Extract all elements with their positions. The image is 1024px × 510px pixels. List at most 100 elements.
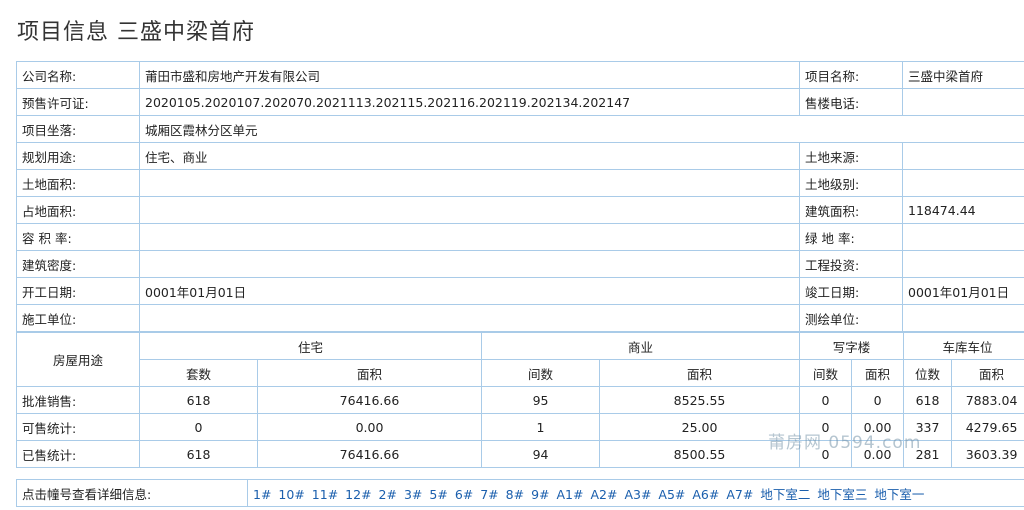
table-row: 施工单位: 测绘单位:: [16, 304, 1024, 332]
building-link-11[interactable]: 11#: [312, 487, 338, 502]
group-header-commercial: 商业: [481, 332, 801, 360]
building-link-a5[interactable]: A5#: [658, 487, 685, 502]
finish-value: 0001年01月01日: [902, 277, 1024, 305]
table-row: 占地面积: 建筑面积: 118474.44: [16, 196, 1024, 224]
build-area-value: 118474.44: [902, 196, 1024, 224]
land-level-value: [902, 169, 1024, 197]
page-title: 项目信息 三盛中梁首府: [17, 20, 255, 45]
table-cell: 0: [851, 386, 905, 414]
usage-header: 房屋用途: [16, 332, 140, 387]
table-cell: 8525.55: [599, 386, 801, 414]
table-cell: 618: [139, 440, 258, 468]
land-level-label: 土地级别:: [799, 169, 903, 197]
row-label: 批准销售:: [16, 386, 140, 414]
table-cell: 0: [799, 386, 853, 414]
table-cell: 7883.04: [951, 386, 1024, 414]
building-link-a3[interactable]: A3#: [624, 487, 651, 502]
construction-value: [139, 304, 800, 332]
row-label: 可售统计:: [16, 413, 140, 441]
table-subheader-row: 套数 面积 间数 面积 间数 面积 位数 面积: [17, 359, 1024, 387]
table-cell: 4279.65: [951, 413, 1024, 441]
building-link-7[interactable]: 7#: [480, 487, 498, 502]
building-link-basement-2[interactable]: 地下室二: [760, 487, 810, 502]
building-link-9[interactable]: 9#: [531, 487, 549, 502]
table-row: 公司名称: 莆田市盛和房地产开发有限公司 项目名称: 三盛中梁首府: [16, 61, 1024, 89]
survey-label: 测绘单位:: [799, 304, 903, 332]
location-value: 城厢区霞林分区单元: [139, 115, 1024, 143]
subheader: 面积: [599, 359, 801, 387]
table-row: 点击幢号查看详细信息: 1# 10# 11# 12# 2# 3# 5# 6# 7…: [16, 479, 1024, 507]
project-label: 项目名称:: [799, 61, 903, 89]
building-link-12[interactable]: 12#: [345, 487, 371, 502]
table-cell: 618: [903, 386, 953, 414]
phone-label: 售楼电话:: [799, 88, 903, 116]
finish-label: 竣工日期:: [799, 277, 903, 305]
building-link-a6[interactable]: A6#: [692, 487, 719, 502]
company-value: 莆田市盛和房地产开发有限公司: [139, 61, 800, 89]
building-link-basement-3[interactable]: 地下室三: [817, 487, 867, 502]
site-watermark: 莆房网 0594.com: [768, 433, 922, 453]
investment-label: 工程投资:: [799, 250, 903, 278]
building-link-8[interactable]: 8#: [506, 487, 524, 502]
table-cell: 3603.39: [951, 440, 1024, 468]
table-row: 项目坐落: 城厢区霞林分区单元: [16, 115, 1024, 143]
subheader: 位数: [903, 359, 953, 387]
occupied-area-label: 占地面积:: [16, 196, 140, 224]
build-area-label: 建筑面积:: [799, 196, 903, 224]
table-row: 建筑密度: 工程投资:: [16, 250, 1024, 278]
building-link-6[interactable]: 6#: [455, 487, 473, 502]
group-header-residential: 住宅: [138, 332, 483, 360]
density-label: 建筑密度:: [16, 250, 140, 278]
building-link-a7[interactable]: A7#: [726, 487, 753, 502]
building-link-basement-1[interactable]: 地下室一: [874, 487, 924, 502]
table-cell: 0: [139, 413, 258, 441]
table-row: 批准销售: 618 76416.66 95 8525.55 0 0 618 78…: [16, 386, 1024, 414]
group-header-parking: 车库车位: [903, 332, 1024, 360]
building-links-cell: 1# 10# 11# 12# 2# 3# 5# 6# 7# 8# 9# A1# …: [247, 479, 1024, 507]
table-cell: 95: [481, 386, 601, 414]
table-row: 规划用途: 住宅、商业 土地来源:: [16, 142, 1024, 170]
table-cell: 76416.66: [256, 386, 483, 414]
table-cell: 618: [139, 386, 258, 414]
location-label: 项目坐落:: [16, 115, 140, 143]
building-link-a1[interactable]: A1#: [557, 487, 584, 502]
subheader: 面积: [851, 359, 905, 387]
building-link-5[interactable]: 5#: [429, 487, 447, 502]
construction-label: 施工单位:: [16, 304, 140, 332]
table-cell: 94: [481, 440, 601, 468]
subheader: 面积: [256, 359, 483, 387]
building-link-1[interactable]: 1#: [253, 487, 271, 502]
usage-value: 住宅、商业: [139, 142, 800, 170]
building-link-a2[interactable]: A2#: [590, 487, 617, 502]
building-link-10[interactable]: 10#: [278, 487, 304, 502]
building-link-2[interactable]: 2#: [379, 487, 397, 502]
land-source-label: 土地来源:: [799, 142, 903, 170]
phone-value: [902, 88, 1024, 116]
far-label: 容 积 率:: [16, 223, 140, 251]
project-info-table: 公司名称: 莆田市盛和房地产开发有限公司 项目名称: 三盛中梁首府 预售许可证:…: [16, 61, 1024, 332]
project-value: 三盛中梁首府: [902, 61, 1024, 89]
group-header-office: 写字楼: [799, 332, 905, 360]
land-area-label: 土地面积:: [16, 169, 140, 197]
usage-label: 规划用途:: [16, 142, 140, 170]
green-value: [902, 223, 1024, 251]
table-row: 容 积 率: 绿 地 率:: [16, 223, 1024, 251]
land-area-value: [139, 169, 800, 197]
building-link-3[interactable]: 3#: [404, 487, 422, 502]
start-label: 开工日期:: [16, 277, 140, 305]
far-value: [139, 223, 800, 251]
investment-value: [902, 250, 1024, 278]
subheader: 面积: [951, 359, 1024, 387]
subheader: 间数: [481, 359, 601, 387]
row-label: 已售统计:: [16, 440, 140, 468]
table-cell: 76416.66: [256, 440, 483, 468]
subheader: 间数: [799, 359, 853, 387]
table-row: 预售许可证: 2020105.2020107.202070.2021113.20…: [16, 88, 1024, 116]
permit-value: 2020105.2020107.202070.2021113.202115.20…: [139, 88, 800, 116]
table-row: 土地面积: 土地级别:: [16, 169, 1024, 197]
green-label: 绿 地 率:: [799, 223, 903, 251]
survey-value: [902, 304, 1024, 332]
building-links-label: 点击幢号查看详细信息:: [16, 479, 248, 507]
subheader: 套数: [139, 359, 258, 387]
occupied-area-value: [139, 196, 800, 224]
